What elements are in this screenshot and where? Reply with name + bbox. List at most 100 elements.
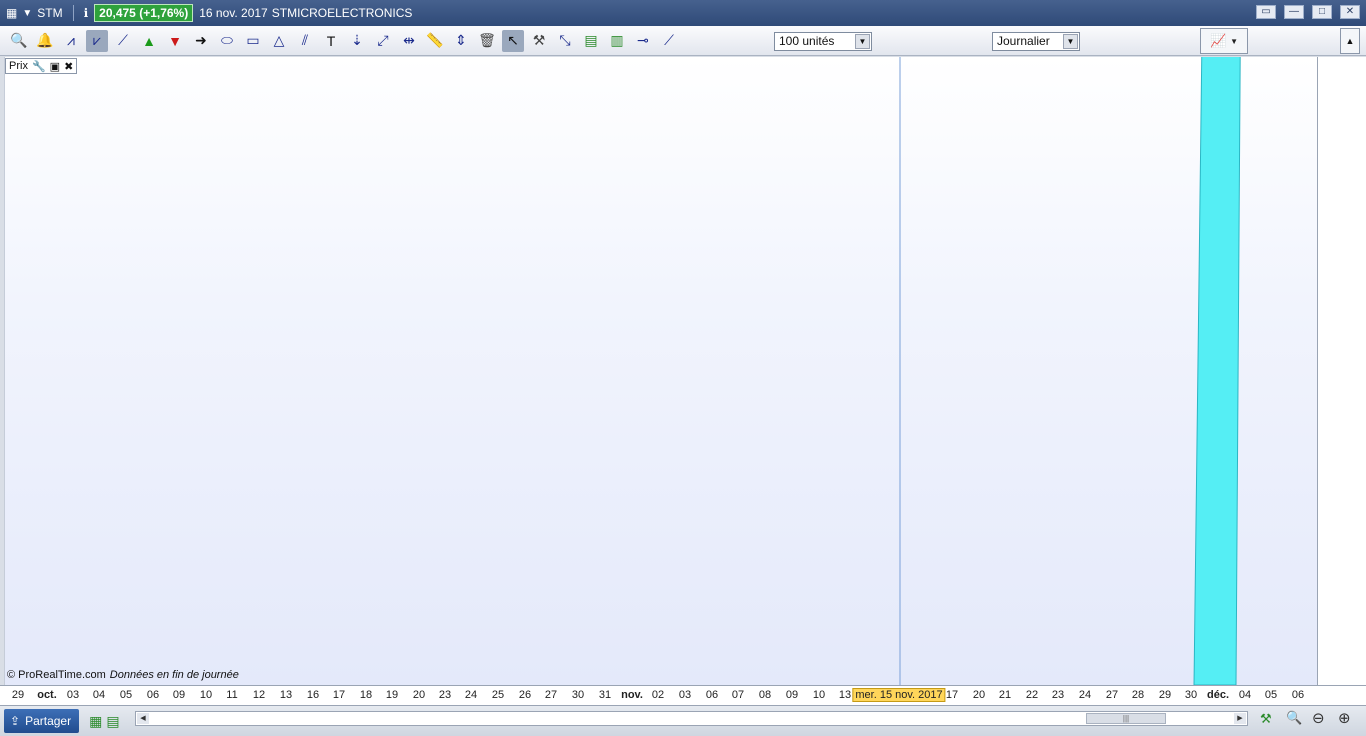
diagonal-tool-icon[interactable]: ⤢ xyxy=(372,30,394,52)
time-tick-label: 04 xyxy=(1238,689,1252,701)
restore-window-button[interactable]: ▭ xyxy=(1256,5,1276,19)
period-select[interactable]: Journalier ▼ xyxy=(992,32,1080,51)
buy-arrow-icon[interactable]: ▲ xyxy=(138,30,160,52)
text-tool-icon[interactable]: T xyxy=(320,30,342,52)
time-tick-label: 24 xyxy=(464,689,478,701)
sell-arrow-icon[interactable]: ▼ xyxy=(164,30,186,52)
price-chart[interactable]: 21,95720,3919,8319,68219,6 xyxy=(4,57,1317,685)
zoom-out-icon[interactable]: ⊖ xyxy=(1312,709,1325,727)
horizontal-tool-icon[interactable]: ⇹ xyxy=(398,30,420,52)
line-marker-icon[interactable]: ⊸ xyxy=(632,30,654,52)
time-tick-label: nov. xyxy=(621,689,643,701)
time-tick-label: 07 xyxy=(731,689,745,701)
time-tick-label: 30 xyxy=(1184,689,1198,701)
time-tick-label: 06 xyxy=(146,689,160,701)
time-tick-label: 24 xyxy=(1078,689,1092,701)
chart-style-button[interactable]: 📈 ▼ xyxy=(1200,28,1248,54)
price-panel-tag[interactable]: Prix 🔧 ▣ ✖ xyxy=(5,58,78,74)
ellipse-tool-icon[interactable]: ⬭ xyxy=(216,30,238,52)
time-tick-label: 02 xyxy=(651,689,665,701)
fibonacci-icon[interactable]: ▤ xyxy=(580,30,602,52)
window-icon[interactable]: ▦ xyxy=(6,6,17,20)
minimize-button[interactable]: — xyxy=(1284,5,1304,19)
window-icon[interactable]: ▣ xyxy=(50,60,60,73)
indicator-icon[interactable]: ⩘ xyxy=(60,30,82,52)
scroll-thumb[interactable]: ||| xyxy=(1086,713,1166,724)
time-tick-label: 31 xyxy=(598,689,612,701)
copyright: © ProRealTime.com Données en fin de journ… xyxy=(7,669,239,681)
time-tick-label: 06 xyxy=(1291,689,1305,701)
maximize-button[interactable]: □ xyxy=(1312,5,1332,19)
dropdown-arrow-icon[interactable]: ▼ xyxy=(22,8,32,19)
time-tick-label: 18 xyxy=(359,689,373,701)
drawing-toolbar: 🔍 🔔 ⩘ ⩗ ⟋ ▲ ▼ ➜ ⬭ ▭ △ ⫽ T ⇣ ⤢ ⇹ 📏 ⇕ 🗑 ↖ … xyxy=(0,26,1366,56)
chart-style-icon: 📈 xyxy=(1209,33,1227,48)
time-tick-label: 23 xyxy=(438,689,452,701)
zoom-tools-icon[interactable]: ⚒ xyxy=(1260,711,1272,727)
close-button[interactable]: ✕ xyxy=(1340,5,1360,19)
share-button[interactable]: ⇪ Partager xyxy=(4,709,80,733)
tools-icon[interactable]: ⚒ xyxy=(528,30,550,52)
chart-type-icon[interactable]: ▤ xyxy=(106,713,119,730)
time-tick-label: 27 xyxy=(1105,689,1119,701)
panel-scroll-icon[interactable]: ▲ xyxy=(1340,28,1360,54)
time-tick-label: 20 xyxy=(412,689,426,701)
fibonacci-fan-icon[interactable]: ▥ xyxy=(606,30,628,52)
info-icon[interactable]: ℹ xyxy=(84,6,89,20)
time-tick-label: 10 xyxy=(812,689,826,701)
time-tick-label: 25 xyxy=(491,689,505,701)
time-tick-label: 21 xyxy=(998,689,1012,701)
time-tick-label: 12 xyxy=(252,689,266,701)
time-tick-label: 03 xyxy=(678,689,692,701)
zoom-search-icon[interactable]: 🔍 xyxy=(1286,710,1302,726)
wrench-icon[interactable]: 🔧 xyxy=(32,60,46,73)
time-tick-label: 06 xyxy=(705,689,719,701)
time-tick-label: 17 xyxy=(332,689,346,701)
right-arrow-icon[interactable]: ➜ xyxy=(190,30,212,52)
quantity-select[interactable]: 100 unités ▼ xyxy=(774,32,872,51)
scroll-right-icon[interactable]: ▶ xyxy=(1234,713,1246,724)
channel-tool-icon[interactable]: ⫽ xyxy=(294,30,316,52)
layout-icon[interactable]: ▦ xyxy=(89,713,102,730)
horizontal-scrollbar[interactable]: ◀ ||| ▶ xyxy=(135,711,1248,726)
zoom-icon[interactable]: 🔍 xyxy=(8,30,30,52)
time-tick-label: 16 xyxy=(306,689,320,701)
copyright-text: © ProRealTime.com xyxy=(7,669,106,681)
draw-line-icon[interactable]: ⟋ xyxy=(112,30,134,52)
trash-icon[interactable]: 🗑 xyxy=(476,30,498,52)
time-tick-label: 05 xyxy=(119,689,133,701)
zoom-in-icon[interactable]: ⊕ xyxy=(1338,709,1351,727)
price-panel-label: Prix xyxy=(9,60,28,72)
time-tick-label: mer. 15 nov. 2017 xyxy=(852,688,946,702)
trend-extend-icon[interactable]: ⟋ xyxy=(658,30,680,52)
quote-date: 16 nov. 2017 xyxy=(199,6,268,20)
cursor-icon[interactable]: ↖ xyxy=(502,29,524,52)
ruler-icon[interactable]: 📏 xyxy=(424,30,446,52)
ichimoku-cloud xyxy=(1193,57,1241,685)
chevron-down-icon: ▼ xyxy=(1230,36,1239,46)
window-controls: ▭ — □ ✕ xyxy=(1256,5,1360,19)
time-tick-label: 05 xyxy=(1264,689,1278,701)
time-tick-label: 20 xyxy=(972,689,986,701)
time-axis[interactable]: 29 oct. 03 04 05 06 09 10 11 12 13 16 17 18 19 20 23 24 25… xyxy=(0,685,1366,705)
close-icon[interactable]: ✖ xyxy=(64,60,73,73)
vertical-tool-icon[interactable]: ⇣ xyxy=(346,30,368,52)
price-chart-svg xyxy=(899,57,1241,685)
scroll-left-icon[interactable]: ◀ xyxy=(137,713,149,724)
alert-bell-icon[interactable]: 🔔 xyxy=(34,30,56,52)
share-icon: ⇪ xyxy=(10,714,21,728)
trend-tool-icon[interactable]: ⩗ xyxy=(86,29,108,52)
time-tick-label: 08 xyxy=(758,689,772,701)
triangle-tool-icon[interactable]: △ xyxy=(268,30,290,52)
rectangle-tool-icon[interactable]: ▭ xyxy=(242,30,264,52)
chevron-down-icon[interactable]: ▼ xyxy=(1063,34,1078,49)
time-tick-label: 27 xyxy=(544,689,558,701)
scale-icon[interactable]: ⤡ xyxy=(554,30,576,52)
chevron-down-icon[interactable]: ▼ xyxy=(855,34,870,49)
price-axis[interactable]: 22,52221,52120,52019,51918,51817,522,100… xyxy=(1317,57,1366,685)
time-tick-label: 04 xyxy=(92,689,106,701)
title-bar: ▦ ▼ STM ℹ 20,475 (+1,76%) 16 nov. 2017 S… xyxy=(0,0,1366,26)
vertical-line-icon[interactable]: ⇕ xyxy=(450,30,472,52)
instrument-name: STMICROELECTRONICS xyxy=(271,6,413,20)
time-tick-label: 29 xyxy=(11,689,25,701)
